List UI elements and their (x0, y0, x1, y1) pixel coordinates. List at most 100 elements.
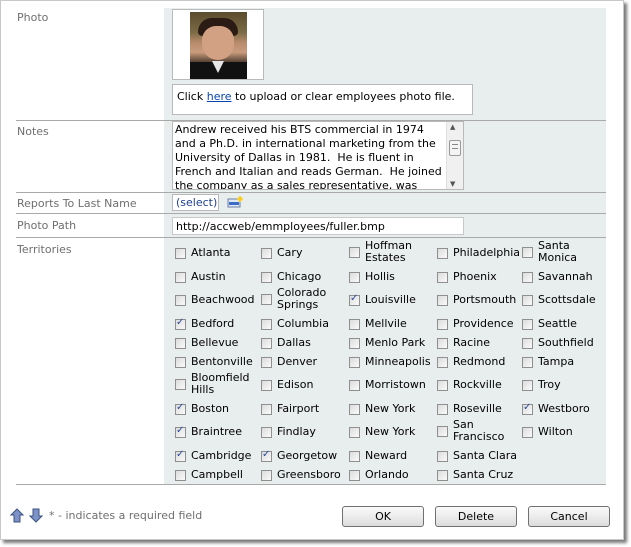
territory-checkbox[interactable] (437, 425, 448, 437)
territory-item[interactable]: Dallas (261, 336, 311, 350)
territory-checkbox[interactable] (522, 294, 533, 306)
territory-checkbox[interactable] (522, 318, 533, 330)
territory-item[interactable]: Orlando (349, 468, 409, 482)
territory-checkbox[interactable] (522, 426, 533, 438)
territory-item[interactable]: Fairport (261, 402, 319, 416)
territory-item[interactable]: Hoffman Estates (349, 240, 425, 264)
ok-button[interactable]: OK (342, 506, 424, 527)
territory-item[interactable]: Atlanta (175, 246, 230, 260)
territory-checkbox[interactable] (175, 337, 186, 349)
territory-checkbox[interactable] (261, 247, 272, 259)
territory-checkbox[interactable] (261, 293, 272, 305)
territory-item[interactable]: Braintree (175, 425, 242, 439)
territory-checkbox[interactable] (437, 271, 448, 283)
territory-item[interactable]: Westboro (522, 402, 590, 416)
territory-checkbox[interactable] (261, 337, 272, 349)
territory-checkbox[interactable] (437, 247, 448, 259)
territory-item[interactable]: Menlo Park (349, 336, 425, 350)
territory-item[interactable]: Southfield (522, 336, 594, 350)
territory-item[interactable]: Boston (175, 402, 229, 416)
territory-checkbox[interactable] (437, 318, 448, 330)
territory-checkbox[interactable] (261, 318, 272, 330)
territory-item[interactable]: San Francisco (437, 419, 513, 443)
delete-button[interactable]: Delete (435, 506, 517, 527)
territory-checkbox[interactable] (437, 337, 448, 349)
territory-item[interactable]: Tampa (522, 355, 574, 369)
territory-checkbox[interactable] (175, 469, 186, 481)
territory-item[interactable]: Colorado Springs (261, 287, 337, 311)
scroll-up-icon[interactable]: ▲ (450, 123, 455, 131)
territory-checkbox[interactable] (437, 450, 448, 462)
territory-checkbox[interactable] (349, 356, 360, 368)
territory-checkbox[interactable] (522, 356, 533, 368)
territory-checkbox[interactable] (349, 469, 360, 481)
territory-item[interactable]: New York (349, 425, 415, 439)
territory-item[interactable]: Greensboro (261, 468, 341, 482)
territory-checkbox[interactable] (175, 294, 186, 306)
territory-checkbox[interactable] (437, 294, 448, 306)
territory-checkbox[interactable] (349, 379, 360, 391)
territory-checkbox[interactable] (175, 449, 186, 462)
territory-item[interactable]: Roseville (437, 402, 502, 416)
territory-item[interactable]: Cambridge (175, 449, 251, 463)
territory-item[interactable]: Santa Cruz (437, 468, 513, 482)
territory-item[interactable]: Neward (349, 449, 407, 463)
territory-item[interactable]: Portsmouth (437, 293, 516, 307)
territory-checkbox[interactable] (522, 402, 533, 415)
territory-checkbox[interactable] (349, 450, 360, 462)
territory-item[interactable]: Troy (522, 378, 561, 392)
territory-checkbox[interactable] (522, 337, 533, 349)
territory-checkbox[interactable] (261, 449, 272, 462)
territory-item[interactable]: Bedford (175, 317, 234, 331)
territory-item[interactable]: New York (349, 402, 415, 416)
territory-checkbox[interactable] (349, 426, 360, 438)
territory-item[interactable]: Hollis (349, 270, 395, 284)
scroll-thumb[interactable] (449, 140, 461, 156)
territory-checkbox[interactable] (437, 379, 448, 391)
territory-checkbox[interactable] (175, 247, 186, 259)
territory-checkbox[interactable] (437, 469, 448, 481)
territory-checkbox[interactable] (261, 403, 272, 415)
territory-item[interactable]: Morristown (349, 378, 426, 392)
territory-item[interactable]: Philadelphia (437, 246, 520, 260)
territory-item[interactable]: Scottsdale (522, 293, 596, 307)
territory-checkbox[interactable] (349, 403, 360, 415)
territory-item[interactable]: Santa Monica (522, 240, 598, 264)
territory-checkbox[interactable] (175, 317, 186, 330)
territory-checkbox[interactable] (261, 356, 272, 368)
territory-item[interactable]: Bloomfield Hills (175, 372, 251, 396)
territory-item[interactable]: Austin (175, 270, 226, 284)
territory-checkbox[interactable] (522, 379, 533, 391)
territory-item[interactable]: Seattle (522, 317, 577, 331)
territory-item[interactable]: Edison (261, 378, 313, 392)
territory-item[interactable]: Racine (437, 336, 490, 350)
territory-checkbox[interactable] (261, 379, 272, 391)
territory-checkbox[interactable] (349, 337, 360, 349)
territory-checkbox[interactable] (175, 356, 186, 368)
arrow-up-icon[interactable] (10, 508, 24, 523)
territory-checkbox[interactable] (261, 469, 272, 481)
territory-checkbox[interactable] (175, 425, 186, 438)
territory-item[interactable]: Bellevue (175, 336, 238, 350)
territory-item[interactable]: Savannah (522, 270, 593, 284)
territory-checkbox[interactable] (522, 246, 533, 258)
territory-item[interactable]: Columbia (261, 317, 329, 331)
new-record-icon[interactable] (227, 196, 243, 208)
territory-item[interactable]: Chicago (261, 270, 321, 284)
territory-item[interactable]: Redmond (437, 355, 505, 369)
scroll-down-icon[interactable]: ▼ (450, 180, 455, 188)
territory-item[interactable]: Rockville (437, 378, 502, 392)
territory-item[interactable]: Minneapolis (349, 355, 431, 369)
territory-item[interactable]: Findlay (261, 425, 316, 439)
territory-checkbox[interactable] (175, 378, 186, 390)
arrow-down-icon[interactable] (29, 508, 43, 523)
territory-checkbox[interactable] (349, 318, 360, 330)
territory-item[interactable]: Campbell (175, 468, 243, 482)
territory-item[interactable]: Providence (437, 317, 514, 331)
territory-item[interactable]: Georgetow (261, 449, 337, 463)
photo-path-input[interactable] (172, 217, 464, 235)
territory-item[interactable]: Cary (261, 246, 302, 260)
territory-item[interactable]: Bentonville (175, 355, 253, 369)
territory-item[interactable]: Beachwood (175, 293, 255, 307)
notes-textarea[interactable]: Andrew received his BTS commercial in 19… (172, 121, 464, 190)
